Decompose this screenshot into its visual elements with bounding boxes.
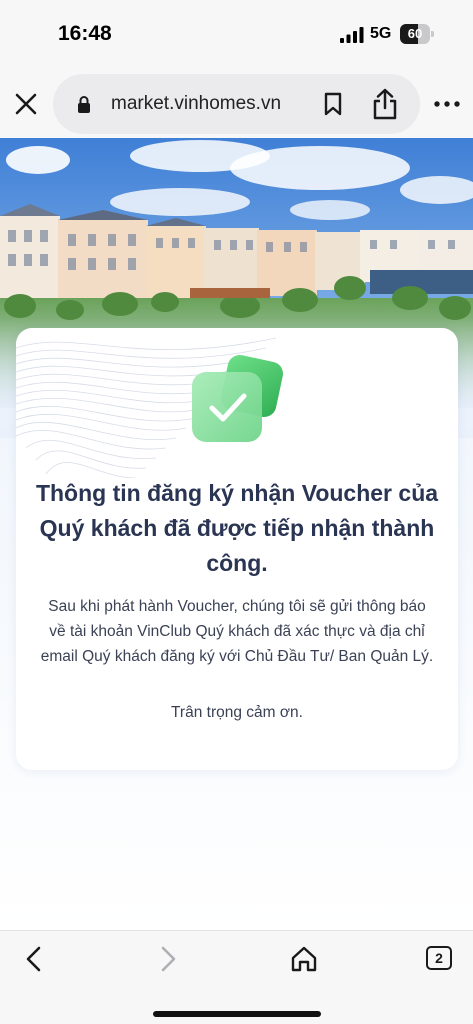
home-indicator[interactable] — [153, 1011, 321, 1017]
bookmark-icon[interactable] — [323, 92, 343, 116]
status-bar: 16:48 5G 60 — [0, 0, 473, 66]
battery-icon: 60 — [400, 24, 434, 44]
network-label: 5G — [370, 25, 392, 42]
web-page: Thông tin đăng ký nhận Voucher của Quý k… — [0, 138, 473, 930]
battery-percent: 60 — [407, 26, 423, 41]
chevron-right-icon[interactable] — [156, 945, 180, 973]
home-icon[interactable] — [290, 945, 318, 973]
browser-address-bar: market.vinhomes.vn — [0, 66, 473, 138]
signal-icon — [340, 27, 364, 43]
success-card: Thông tin đăng ký nhận Voucher của Quý k… — [16, 328, 458, 770]
thanks-text: Trân trọng cảm ơn. — [171, 704, 303, 721]
browser-toolbar: 2 — [0, 930, 473, 1024]
more-icon[interactable] — [434, 94, 460, 114]
status-time: 16:48 — [58, 22, 112, 45]
url-text: market.vinhomes.vn — [111, 93, 282, 114]
close-icon[interactable] — [14, 92, 38, 116]
tabs-icon[interactable]: 2 — [426, 946, 452, 970]
success-title: Thông tin đăng ký nhận Voucher của Quý k… — [35, 480, 439, 576]
chevron-left-icon[interactable] — [22, 945, 46, 973]
check-icon — [192, 355, 283, 442]
lock-icon — [78, 96, 90, 113]
url-field[interactable]: market.vinhomes.vn — [53, 74, 420, 134]
share-icon[interactable] — [371, 88, 399, 120]
success-message: Sau khi phát hành Voucher, chúng tôi sẽ … — [40, 598, 434, 665]
